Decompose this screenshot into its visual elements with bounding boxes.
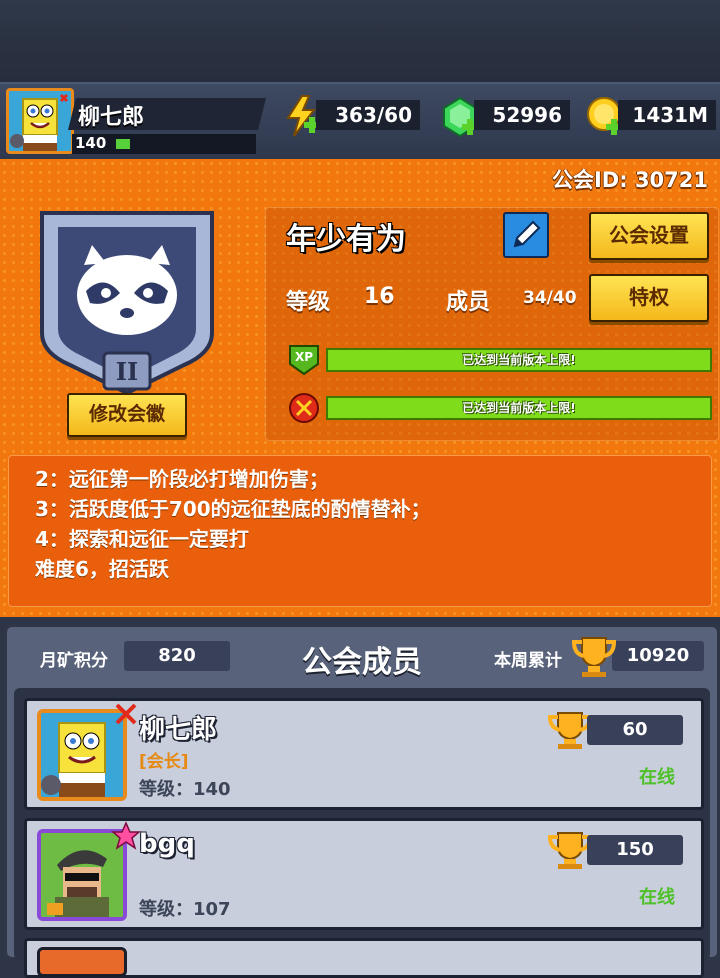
gold-value[interactable]: 1431M <box>618 100 716 130</box>
guild-settings-button[interactable]: 公会设置 <box>589 212 709 260</box>
guild-level-label: 等级 <box>286 290 331 315</box>
xp-label: XP <box>294 350 314 364</box>
guild-xp-text: 已达到当前版本上限! <box>462 353 576 367</box>
member-name: bgq <box>139 829 195 859</box>
tools-icon <box>289 393 319 423</box>
member-row[interactable]: bgq 等级：107 150 在线 <box>24 818 704 930</box>
guild-announcement: 2：远征第一阶段必打增加伤害； 3：活跃度低于700的远征垫底的酌情替补； 4：… <box>8 455 712 607</box>
guild-badge[interactable]: II <box>34 203 220 399</box>
top-band <box>0 0 720 82</box>
guild-xp-row: XP 已达到当前版本上限! <box>286 344 716 376</box>
guild-name: 年少有为 <box>286 222 406 257</box>
member-status: 在线 <box>639 887 675 908</box>
guild-level-value: 16 <box>364 284 395 309</box>
member-score: 150 <box>587 835 683 865</box>
privilege-button[interactable]: 特权 <box>589 274 709 322</box>
member-status: 在线 <box>639 767 675 788</box>
badge-rank: II <box>115 357 139 386</box>
weekly-total-label: 本周累计 <box>494 651 562 671</box>
player-name: 柳七郎 <box>78 105 145 130</box>
weekly-total-value: 10920 <box>612 641 704 671</box>
member-score: 60 <box>587 715 683 745</box>
announcement-line: 4：探索和远征一定要打 <box>35 527 249 551</box>
trophy-icon <box>571 637 617 677</box>
member-name: 柳七郎 <box>139 715 218 745</box>
member-row[interactable] <box>24 938 704 978</box>
player-exp-bar <box>116 139 130 149</box>
announcement-line: 2：远征第一阶段必打增加伤害； <box>35 467 329 491</box>
member-level: 等级：107 <box>139 899 231 920</box>
announcement-line: 难度6，招活跃 <box>35 557 169 581</box>
guild-members-label: 成员 <box>446 290 491 315</box>
monthly-score-label: 月矿积分 <box>40 651 108 671</box>
member-level: 等级：140 <box>139 779 231 800</box>
pencil-icon <box>513 220 541 248</box>
member-role: [会长] <box>139 752 189 772</box>
edit-name-button[interactable] <box>503 212 549 258</box>
guild-tech-row: 已达到当前版本上限! <box>286 392 716 424</box>
player-level: 140 <box>75 134 107 152</box>
guild-members-value: 34/40 <box>523 288 577 308</box>
ribbon-icon <box>115 703 137 725</box>
star-icon <box>111 821 141 850</box>
avatar <box>37 947 127 977</box>
guild-id: 公会ID: 30721 <box>551 168 708 192</box>
guild-tech-text: 已达到当前版本上限! <box>462 401 576 415</box>
gem-value[interactable]: 52996 <box>474 100 570 130</box>
energy-value[interactable]: 363/60 <box>316 100 420 130</box>
monthly-score-value: 820 <box>124 641 230 671</box>
members-title: 公会成员 <box>302 645 422 680</box>
guild-xp-bar: 已达到当前版本上限! <box>326 348 712 372</box>
member-row[interactable]: 柳七郎 [会长] 等级：140 60 在线 <box>24 698 704 810</box>
announcement-line: 3：活跃度低于700的远征垫底的酌情替补； <box>35 497 431 521</box>
player-avatar[interactable] <box>6 88 74 154</box>
change-badge-button[interactable]: 修改会徽 <box>67 393 187 437</box>
guild-tech-bar: 已达到当前版本上限! <box>326 396 712 420</box>
